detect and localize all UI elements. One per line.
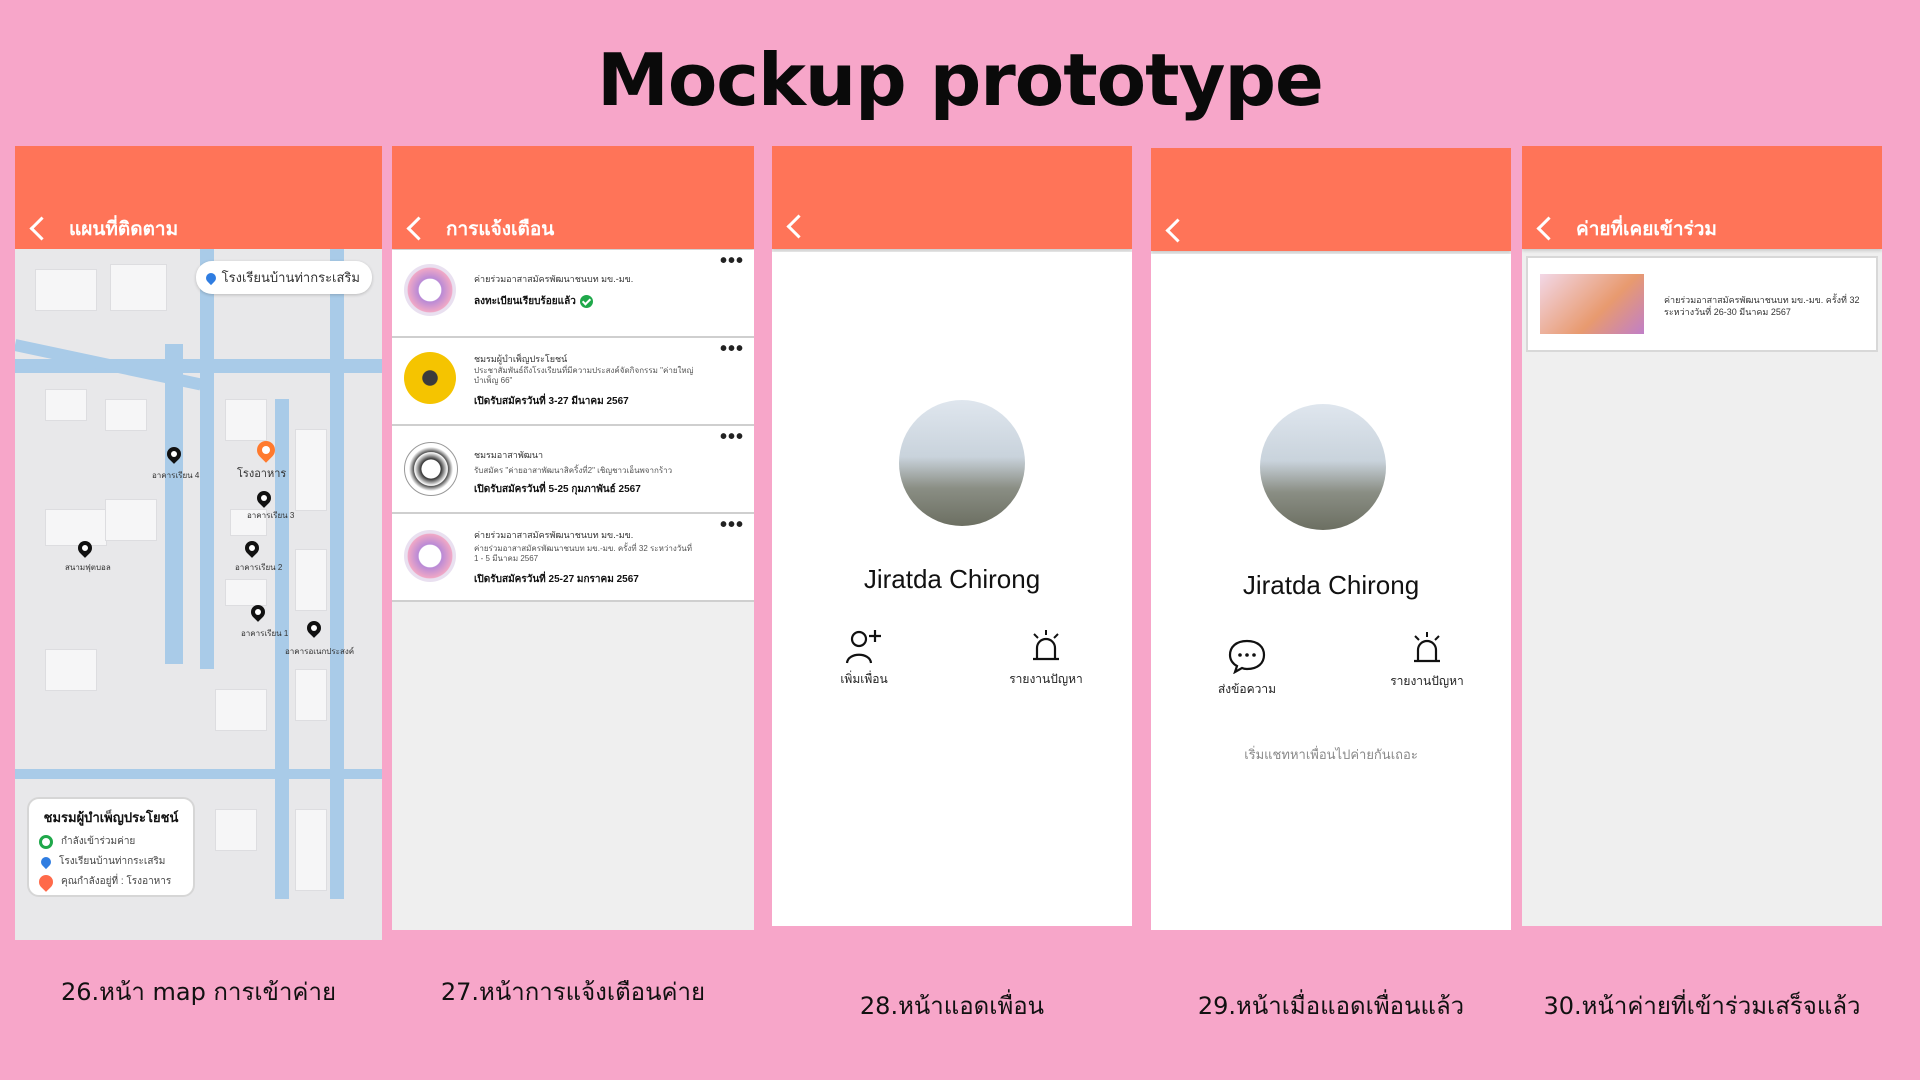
avatar (899, 400, 1025, 526)
notification-item[interactable]: ••• ชมรมผู้บำเพ็ญประโยชน์ ประชาสัมพันธ์ถ… (392, 338, 754, 426)
friend-added-screen: Jiratda Chirong ส่งข้อความ รายงานปัญหา เ… (1151, 148, 1511, 930)
legend-title: ชมรมผู้บำเพ็ญประโยชน์ (43, 810, 179, 825)
map-pin-icon[interactable] (254, 488, 274, 508)
app-bar-title: แผนที่ติดตาม (69, 219, 179, 240)
map-pin-label: อาคารอเนกประสงค์ (285, 647, 355, 656)
notification-org: ค่ายร่วมอาสาสมัครพัฒนาชนบท มข.-มข. (474, 530, 634, 540)
app-bar-title: การแจ้งเตือน (446, 219, 555, 240)
club-logo-icon (404, 442, 458, 496)
map-screen: แผนที่ติดตาม โรงเรียนบ้านท่ากระเสริม โรง… (15, 146, 382, 940)
map-pin-label: อาคารเรียน 2 (235, 563, 283, 572)
add-friend-button[interactable]: เพิ่มเพื่อน (804, 628, 924, 689)
siren-icon (1033, 630, 1059, 661)
camp-text: ค่ายร่วมอาสาสมัครพัฒนาชนบท มข.-มข. ครั้ง… (1664, 295, 1860, 317)
legend-item: คุณกำลังอยู่ที่ : โรงอาหาร (36, 871, 183, 892)
caption-joined-camps: 30.หน้าค่ายที่เข้าร่วมเสร็จแล้ว (1543, 992, 1861, 1020)
add-friend-screen: Jiratda Chirong เพิ่มเพื่อน รายงานปัญหา (772, 146, 1132, 926)
joined-camps-screen: ค่ายที่เคยเข้าร่วม ค่ายร่วมอาสาสมัครพัฒน… (1522, 146, 1882, 926)
more-options-icon[interactable]: ••• (720, 427, 744, 447)
chat-bubble-icon (1228, 639, 1266, 674)
report-problem-button[interactable]: รายงานปัญหา (986, 628, 1106, 689)
app-bar: การแจ้งเตือน (392, 146, 754, 249)
chat-hint: เริ่มแชทหาเพื่อนไปค่ายกันเถอะ (1244, 747, 1418, 762)
back-arrow-icon[interactable] (786, 214, 811, 239)
map-pin-label: อาคารเรียน 3 (247, 511, 295, 520)
notification-detail: ค่ายร่วมอาสาสมัครพัฒนาชนบท มข.-มข. ครั้ง… (474, 544, 692, 563)
page-title: Mockup prototype (597, 38, 1324, 122)
map-view[interactable]: โรงเรียนบ้านท่ากระเสริม โรงอาหาร อาคารเร… (15, 249, 382, 940)
profile-name: Jiratda Chirong (1242, 570, 1420, 600)
camp-logo-icon (404, 530, 456, 582)
avatar (1260, 404, 1386, 530)
location-pin-icon (203, 270, 218, 285)
notifications-screen: การแจ้งเตือน ••• ค่ายร่วมอาสาสมัครพัฒนาช… (392, 146, 754, 930)
app-bar-title: ค่ายที่เคยเข้าร่วม (1576, 219, 1717, 240)
camp-thumbnail (1540, 274, 1644, 334)
map-pin-icon[interactable] (304, 618, 324, 638)
canteen-label: โรงอาหาร (237, 468, 287, 480)
club-logo-icon (404, 352, 456, 404)
notification-org: ชมรมผู้บำเพ็ญประโยชน์ (474, 354, 568, 364)
back-arrow-icon[interactable] (1536, 216, 1561, 241)
legend-item: กำลังเข้าร่วมค่าย (39, 834, 183, 849)
back-arrow-icon[interactable] (29, 216, 54, 241)
caption-notifications: 27.หน้าการแจ้งเตือนค่าย (440, 978, 706, 1006)
more-options-icon[interactable]: ••• (720, 251, 744, 271)
notification-item[interactable]: ••• ชมรมอาสาพัฒนา รับสมัคร "ค่ายอาสาพัฒน… (392, 426, 754, 514)
camp-logo-icon (404, 264, 456, 316)
caption-add-friend: 28.หน้าแอดเพื่อน (859, 992, 1045, 1020)
location-chip-label: โรงเรียนบ้านท่ากระเสริม (221, 270, 360, 285)
orange-pin-icon (36, 871, 56, 892)
legend-item: โรงเรียนบ้านท่ากระเสริม (38, 854, 183, 869)
notification-detail: ประชาสัมพันธ์ถึงโรงเรียนที่มีความประสงค์… (474, 366, 694, 385)
camp-card[interactable]: ค่ายร่วมอาสาสมัครพัฒนาชนบท มข.-มข. ครั้ง… (1526, 256, 1878, 352)
notification-status: เปิดรับสมัครวันที่ 5-25 กุมภาพันธ์ 2567 (474, 484, 641, 495)
notification-org: ชมรมอาสาพัฒนา (474, 450, 544, 460)
send-message-button[interactable]: ส่งข้อความ (1187, 638, 1307, 699)
map-pin-label: อาคารเรียน 1 (241, 629, 289, 638)
profile-body: Jiratda Chirong เพิ่มเพื่อน รายงานปัญหา (772, 252, 1132, 926)
map-pin-icon[interactable] (242, 538, 262, 558)
notification-detail: รับสมัคร "ค่ายอาสาพัฒนาสิคริ้งที่2" เชิญ… (474, 466, 673, 475)
caption-map: 26.หน้า map การเข้าค่าย (60, 978, 337, 1006)
notification-status: เปิดรับสมัครวันที่ 25-27 มกราคม 2567 (474, 574, 639, 585)
blue-pin-icon (38, 854, 54, 869)
caption-friend-added: 29.หน้าเมื่อแอดเพื่อนแล้ว (1197, 992, 1465, 1020)
app-bar: ค่ายที่เคยเข้าร่วม (1522, 146, 1882, 249)
notification-item[interactable]: ••• ค่ายร่วมอาสาสมัครพัฒนาชนบท มข.-มข. ล… (392, 250, 754, 338)
green-circle-icon (39, 834, 53, 849)
more-options-icon[interactable]: ••• (720, 515, 744, 535)
report-problem-button[interactable]: รายงานปัญหา (1367, 630, 1487, 691)
notification-status: เปิดรับสมัครวันที่ 3-27 มีนาคม 2567 (474, 396, 629, 407)
notification-item[interactable]: ••• ค่ายร่วมอาสาสมัครพัฒนาชนบท มข.-มข. ค… (392, 514, 754, 602)
check-icon (579, 294, 593, 308)
app-bar (1151, 148, 1511, 251)
map-pin-label: สนามฟุตบอล (65, 563, 111, 572)
app-bar (772, 146, 1132, 249)
more-options-icon[interactable]: ••• (720, 339, 744, 359)
notification-org: ค่ายร่วมอาสาสมัครพัฒนาชนบท มข.-มข. (474, 274, 634, 284)
location-chip[interactable]: โรงเรียนบ้านท่ากระเสริม (195, 261, 372, 294)
back-arrow-icon[interactable] (406, 216, 431, 241)
app-bar: แผนที่ติดตาม (15, 146, 382, 249)
profile-name: Jiratda Chirong (863, 564, 1041, 594)
map-pin-label: อาคารเรียน 4 (152, 471, 200, 480)
notification-status: ลงทะเบียนเรียบร้อยแล้ว (474, 294, 593, 309)
back-arrow-icon[interactable] (1165, 218, 1190, 243)
profile-body: Jiratda Chirong ส่งข้อความ รายงานปัญหา เ… (1151, 254, 1511, 930)
siren-icon (1414, 632, 1440, 663)
add-user-icon (845, 630, 881, 664)
map-legend: ชมรมผู้บำเพ็ญประโยชน์ กำลังเข้าร่วมค่าย … (27, 797, 195, 897)
